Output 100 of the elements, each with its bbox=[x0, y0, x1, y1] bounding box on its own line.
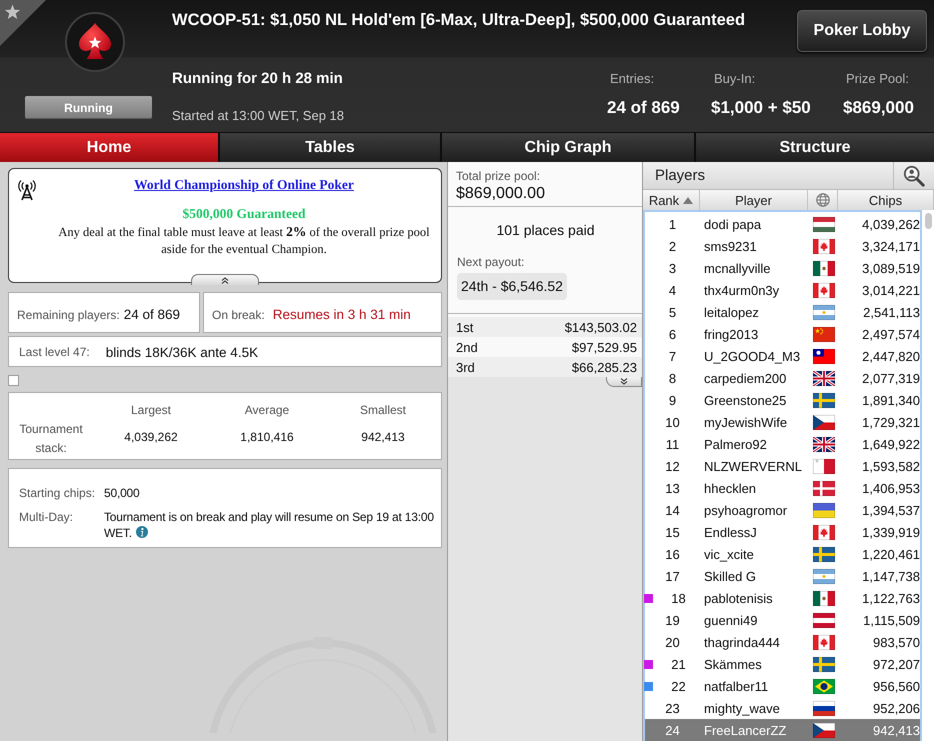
player-rank: 15 bbox=[664, 524, 681, 540]
player-rank: 22 bbox=[670, 678, 687, 694]
player-rank: 17 bbox=[664, 568, 681, 584]
chip-count: 3,089,519 bbox=[862, 260, 920, 276]
chip-count: 3,324,171 bbox=[862, 238, 920, 254]
running-time: Running for 20 h 28 min bbox=[172, 69, 343, 89]
player-row[interactable]: 7 U_2GOOD4_M3 2,447,820 bbox=[645, 345, 920, 367]
player-name: thagrinda444 bbox=[703, 634, 781, 650]
flag-icon bbox=[813, 678, 835, 694]
total-prize-value: $869,000.00 bbox=[456, 184, 545, 204]
stack-heading: Average bbox=[244, 402, 290, 418]
flag-icon bbox=[813, 524, 835, 540]
player-row[interactable]: 17 Skilled G 1,147,738 bbox=[645, 565, 920, 587]
chip-count: 942,413 bbox=[873, 722, 920, 738]
player-name: hhecklen bbox=[703, 480, 758, 496]
player-name: thx4urm0n3y bbox=[703, 282, 780, 298]
chip-count: 956,560 bbox=[873, 678, 920, 694]
total-prize-label: Total prize pool: bbox=[456, 168, 540, 184]
stat-value: $869,000 bbox=[843, 97, 914, 119]
player-row[interactable]: 8 carpediem200 2,077,319 bbox=[645, 367, 920, 389]
favorite-star-icon[interactable] bbox=[0, 0, 46, 46]
player-rank: 6 bbox=[668, 326, 678, 342]
player-row[interactable]: 18 pablotenisis 1,122,763 bbox=[645, 587, 920, 609]
chip-count: 1,593,582 bbox=[862, 458, 920, 474]
championship-link[interactable]: World Championship of Online Poker bbox=[134, 177, 354, 193]
player-rank: 19 bbox=[664, 612, 681, 628]
column-header[interactable]: Rank bbox=[643, 190, 700, 210]
stack-value: 1,810,416 bbox=[240, 429, 294, 445]
player-row[interactable]: 15 EndlessJ 1,339,919 bbox=[645, 521, 920, 543]
player-name: Skilled G bbox=[703, 568, 758, 584]
player-row[interactable]: 3 mcnallyville 3,089,519 bbox=[645, 257, 920, 279]
payout-place: 1st bbox=[456, 320, 474, 334]
player-name: psyhoagromor bbox=[703, 502, 788, 518]
flag-icon bbox=[813, 304, 835, 320]
player-rank: 18 bbox=[670, 590, 687, 606]
places-paid: 101 places paid bbox=[496, 221, 595, 240]
info-icon[interactable] bbox=[136, 526, 148, 538]
player-rank: 10 bbox=[664, 414, 681, 430]
player-row[interactable]: 22 natfalber11 956,560 bbox=[645, 675, 920, 697]
player-name: NLZWERVERNL bbox=[703, 458, 804, 474]
player-row[interactable]: 12 NLZWERVERNL 1,593,582 bbox=[645, 455, 920, 477]
remaining-label: Remaining players: bbox=[17, 308, 120, 322]
player-row[interactable]: 11 Palmero92 1,649,922 bbox=[645, 433, 920, 455]
detail-value: Tournament is on break and play will resume on Sep 19 at 13:00 WET. bbox=[104, 509, 435, 541]
flag-icon bbox=[813, 282, 835, 298]
tab[interactable]: Tables bbox=[220, 133, 440, 162]
player-row[interactable]: 21 Skämmes 972,207 bbox=[645, 653, 920, 675]
chip-count: 3,014,221 bbox=[862, 282, 920, 298]
column-header[interactable]: Chips bbox=[838, 190, 934, 210]
player-row[interactable]: 19 guenni49 1,115,509 bbox=[645, 609, 920, 631]
player-row[interactable]: 24 FreeLancerZZ 942,413 bbox=[645, 719, 920, 741]
collapse-button[interactable] bbox=[191, 274, 259, 285]
player-rank: 1 bbox=[668, 216, 678, 232]
flag-icon bbox=[813, 700, 835, 716]
player-row[interactable]: 16 vic_xcite 1,220,461 bbox=[645, 543, 920, 565]
checkbox[interactable] bbox=[8, 375, 19, 386]
start-time: Started at 13:00 WET, Sep 18 bbox=[172, 108, 344, 124]
poker-lobby-button[interactable]: Poker Lobby bbox=[797, 10, 927, 52]
guarantee-text: $500,000 Guaranteed bbox=[182, 206, 306, 222]
player-name: Palmero92 bbox=[703, 436, 768, 452]
player-rank: 13 bbox=[664, 480, 681, 496]
flag-icon bbox=[813, 546, 835, 562]
player-row[interactable]: 9 Greenstone25 1,891,340 bbox=[645, 389, 920, 411]
tab[interactable]: Chip Graph bbox=[442, 133, 694, 162]
player-row[interactable]: 14 psyhoagromor 1,394,537 bbox=[645, 499, 920, 521]
flag-icon bbox=[813, 260, 835, 276]
player-row[interactable]: 6 fring2013 2,497,574 bbox=[645, 323, 920, 345]
player-rank: 23 bbox=[664, 700, 681, 716]
player-row[interactable]: 5 leitalopez 2,541,113 bbox=[645, 301, 920, 323]
player-rank: 8 bbox=[668, 370, 678, 386]
player-row[interactable]: 13 hhecklen 1,406,953 bbox=[645, 477, 920, 499]
player-name: mcnallyville bbox=[703, 260, 772, 276]
player-row[interactable]: 10 myJewishWife 1,729,321 bbox=[645, 411, 920, 433]
detail-label: Multi-Day: bbox=[19, 509, 74, 526]
chip-count: 972,207 bbox=[873, 656, 920, 672]
chip-count: 952,206 bbox=[873, 700, 920, 716]
player-row[interactable]: 2 sms9231 3,324,171 bbox=[645, 235, 920, 257]
chip-count: 2,497,574 bbox=[862, 326, 920, 342]
flag-icon bbox=[813, 216, 835, 232]
scrollbar-thumb[interactable] bbox=[925, 213, 932, 229]
player-row[interactable]: 20 thagrinda444 983,570 bbox=[645, 631, 920, 653]
column-header[interactable]: Player bbox=[700, 190, 808, 210]
chip-count: 1,406,953 bbox=[862, 480, 920, 496]
player-name: EndlessJ bbox=[703, 524, 758, 540]
chip-count: 1,729,321 bbox=[862, 414, 920, 430]
flag-icon bbox=[813, 568, 835, 584]
player-rank: 11 bbox=[664, 436, 680, 452]
player-row[interactable]: 4 thx4urm0n3y 3,014,221 bbox=[645, 279, 920, 301]
tab[interactable]: Structure bbox=[696, 133, 934, 162]
flag-icon bbox=[813, 436, 835, 452]
chip-count: 983,570 bbox=[873, 634, 920, 650]
player-name: myJewishWife bbox=[703, 414, 788, 430]
tournament-title: WCOOP-51: $1,050 NL Hold'em [6-Max, Ultra-Deep], $500,000 Guaranteed bbox=[172, 10, 746, 30]
tab[interactable]: Home bbox=[0, 133, 218, 162]
stack-value: 942,413 bbox=[361, 429, 405, 445]
player-row[interactable]: 23 mighty_wave 952,206 bbox=[645, 697, 920, 719]
player-row[interactable]: 1 dodi papa 4,039,262 bbox=[645, 213, 920, 235]
search-icon bbox=[903, 164, 925, 186]
expand-button[interactable] bbox=[606, 377, 642, 387]
chip-count: 1,220,461 bbox=[862, 546, 920, 562]
